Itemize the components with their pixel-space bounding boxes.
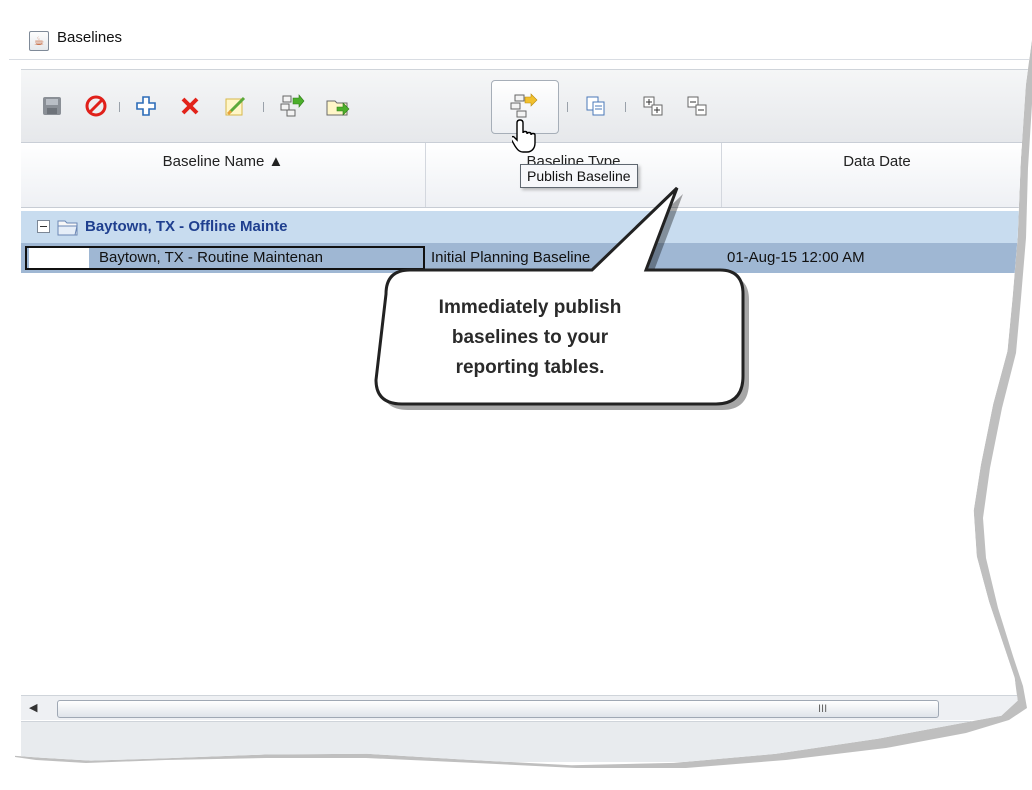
callout-bubble — [374, 186, 749, 410]
callout-text: Immediately publish baselines to your re… — [438, 297, 622, 378]
screenshot-frame: ☕ Baselines Baseline Name ▲ Baseline Typ… — [0, 0, 1032, 790]
